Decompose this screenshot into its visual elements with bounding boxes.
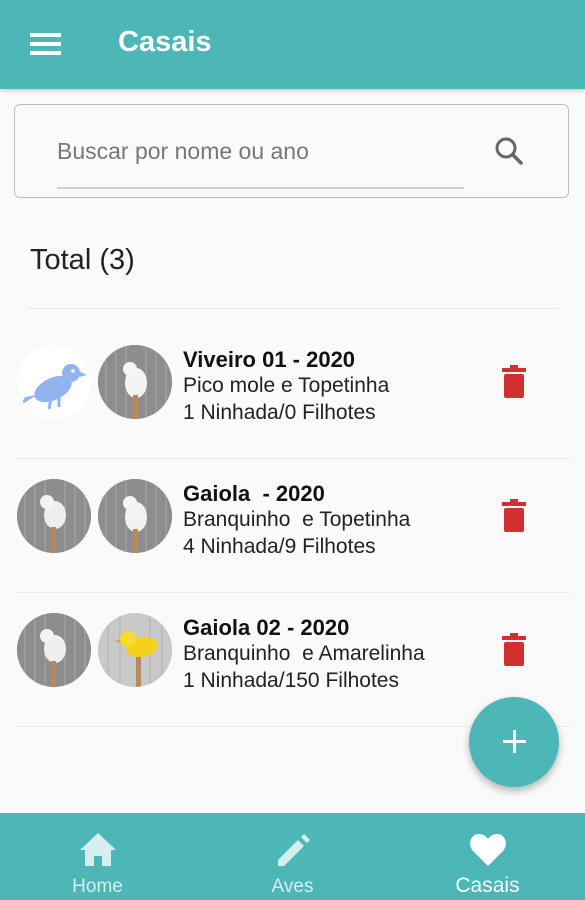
bottom-nav: Home Aves Casais	[0, 813, 585, 900]
pair-stats: 1 Ninhada/150 Filhotes	[183, 669, 399, 692]
pencil-icon	[277, 834, 310, 866]
pair-birds: Pico mole e Topetinha	[183, 374, 390, 397]
divider	[28, 308, 558, 309]
nav-item-aves[interactable]: Aves	[195, 813, 390, 900]
yellow-canary-photo	[98, 613, 172, 687]
pair-title: Gaiola - 2020	[183, 481, 325, 506]
pair-title: Viveiro 01 - 2020	[183, 347, 356, 372]
heart-icon	[469, 834, 506, 866]
search-card	[14, 104, 569, 198]
bird-placeholder-icon	[17, 345, 91, 419]
search-input[interactable]	[57, 131, 463, 171]
list-item[interactable]: Viveiro 01 - 2020 Pico mole e Topetinha …	[0, 325, 585, 459]
add-pair-button[interactable]	[469, 697, 559, 787]
pair-stats: 1 Ninhada/0 Filhotes	[183, 401, 376, 424]
trash-icon[interactable]	[500, 365, 528, 399]
nav-label-aves: Aves	[271, 876, 314, 897]
page-title: Casais	[118, 26, 212, 58]
white-canary-photo	[98, 345, 172, 419]
white-canary-photo	[17, 613, 91, 687]
menu-icon[interactable]	[30, 33, 62, 57]
nav-label-casais: Casais	[455, 874, 520, 897]
list-item[interactable]: Gaiola - 2020 Branquinho e Topetinha 4 N…	[0, 459, 585, 593]
app-bar: Casais	[0, 0, 585, 89]
nav-item-home[interactable]: Home	[0, 813, 195, 900]
search-underline	[57, 187, 464, 189]
trash-icon[interactable]	[500, 499, 528, 533]
nav-item-casais[interactable]: Casais	[390, 813, 585, 900]
pair-stats: 4 Ninhada/9 Filhotes	[183, 535, 376, 558]
search-icon[interactable]	[493, 135, 525, 167]
trash-icon[interactable]	[500, 633, 528, 667]
pair-birds: Branquinho e Amarelinha	[183, 642, 425, 665]
white-canary-photo	[17, 479, 91, 553]
nav-label-home: Home	[72, 876, 123, 897]
home-icon	[79, 833, 116, 866]
pair-birds: Branquinho e Topetinha	[183, 508, 411, 531]
total-count: Total (3)	[30, 244, 135, 276]
pair-title: Gaiola 02 - 2020	[183, 615, 350, 640]
white-canary-photo	[98, 479, 172, 553]
